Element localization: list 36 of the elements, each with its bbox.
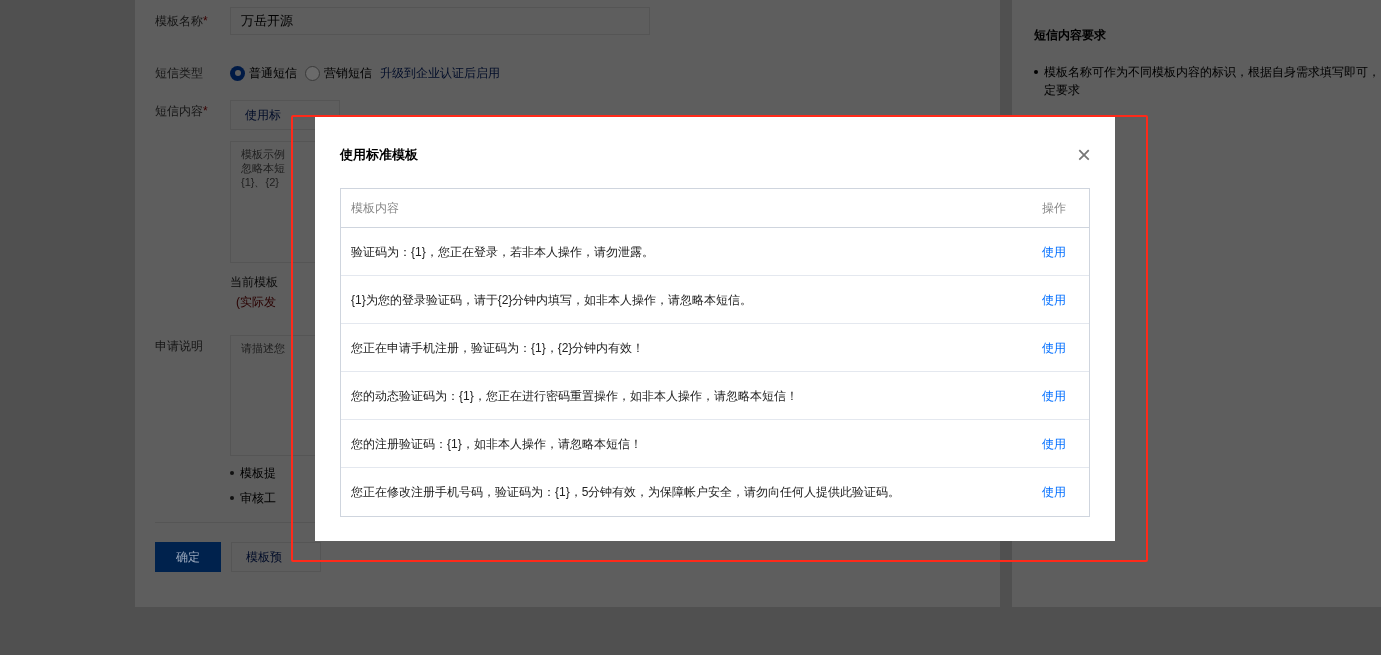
note-text: 模板提 bbox=[240, 465, 276, 482]
field-label: 模板名称* bbox=[155, 13, 209, 30]
requirement-text: 定要求 bbox=[1044, 82, 1080, 99]
radio-option[interactable]: 普通短信 bbox=[230, 64, 297, 82]
template-text: 您的注册验证码：{1}，如非本人操作，请忽略本短信！ bbox=[351, 435, 643, 453]
use-link[interactable]: 使用 bbox=[1042, 338, 1068, 357]
confirm-button[interactable]: 确定 bbox=[155, 542, 221, 572]
template-text: {1}为您的登录验证码，请于{2}分钟内填写，如非本人操作，请忽略本短信。 bbox=[351, 291, 754, 309]
field-label: 申请说明 bbox=[155, 338, 204, 355]
field-label: 短信内容* bbox=[155, 103, 209, 120]
template-text: 您的动态验证码为：{1}，您正在进行密码重置操作，如非本人操作，请忽略本短信！ bbox=[351, 387, 799, 405]
requirement-text: 模板名称可作为不同模板内容的标识，根据自身需求填写即可， bbox=[1044, 64, 1380, 81]
close-button[interactable]: × bbox=[1077, 145, 1091, 165]
use-link[interactable]: 使用 bbox=[1042, 483, 1068, 501]
bullet-icon bbox=[1034, 70, 1038, 74]
template-text: 您正在申请手机注册，验证码为：{1}，{2}分钟内有效！ bbox=[351, 339, 646, 357]
preview-button[interactable]: 模板预 bbox=[231, 542, 321, 572]
estimate-note: (实际发 bbox=[235, 294, 276, 311]
field-label: 短信类型 bbox=[155, 65, 204, 82]
side-title: 短信内容要求 bbox=[1034, 27, 1106, 44]
note-text: 审核工 bbox=[240, 490, 276, 507]
dialog-title: 使用标准模板 bbox=[340, 146, 418, 165]
column-header: 操作 bbox=[1042, 200, 1067, 217]
upgrade-link[interactable]: 升级到企业认证后启用 bbox=[380, 64, 500, 82]
estimate-text: 当前模板 bbox=[230, 274, 278, 291]
template-text: 您正在修改注册手机号码，验证码为：{1}，5分钟有效，为保障帐户安全，请勿向任何人提供此验证码。 bbox=[351, 484, 902, 501]
use-link[interactable]: 使用 bbox=[1042, 290, 1068, 309]
use-link[interactable]: 使用 bbox=[1042, 386, 1068, 405]
use-link[interactable]: 使用 bbox=[1042, 242, 1068, 261]
name-input[interactable]: 万岳开源 bbox=[230, 7, 650, 35]
template-text: 验证码为：{1}，您正在登录，若非本人操作，请勿泄露。 bbox=[351, 243, 655, 261]
use-link[interactable]: 使用 bbox=[1042, 434, 1068, 453]
column-header: 模板内容 bbox=[351, 200, 400, 217]
radio-option[interactable]: 营销短信 bbox=[305, 64, 372, 82]
bullet-icon bbox=[230, 496, 234, 500]
bullet-icon bbox=[230, 471, 234, 475]
